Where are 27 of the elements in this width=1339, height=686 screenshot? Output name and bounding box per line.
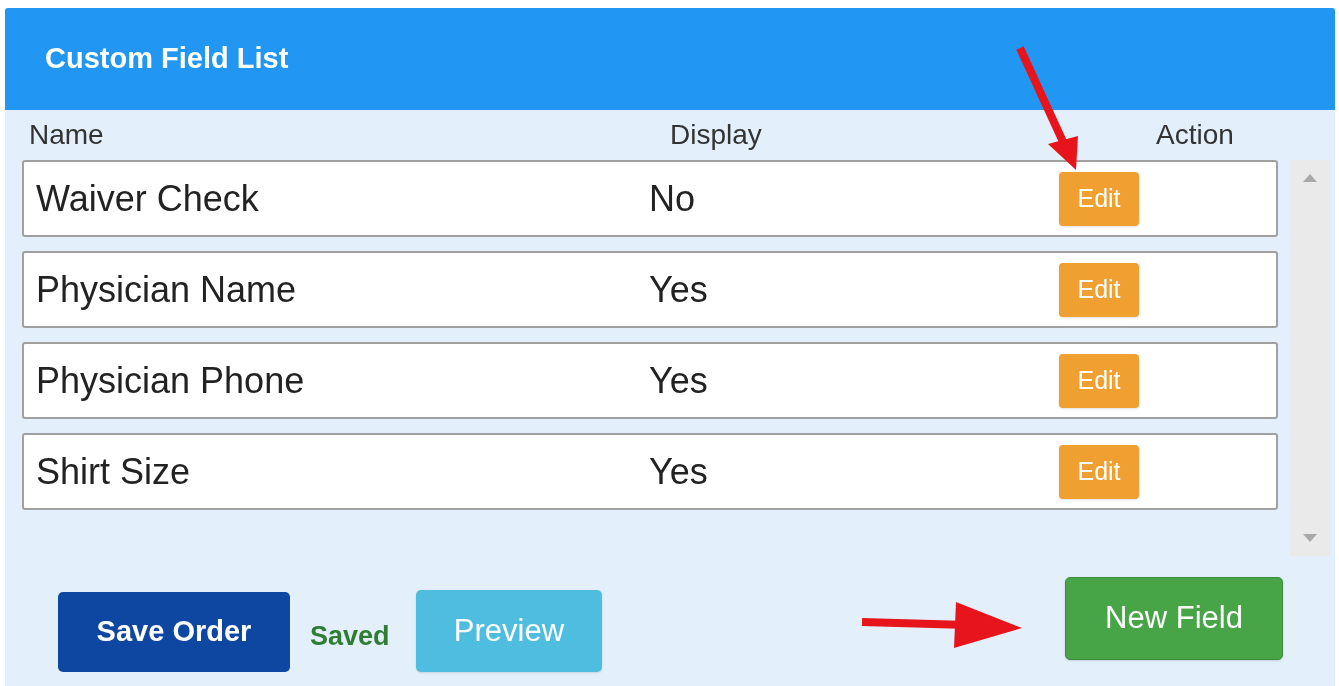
display-value: No [649, 176, 697, 221]
preview-button[interactable]: Preview [416, 590, 602, 672]
scroll-up-icon[interactable] [1303, 174, 1317, 182]
field-name: Waiver Check [35, 176, 260, 221]
column-header: Display [670, 118, 763, 152]
display-value: Yes [649, 358, 709, 403]
display-value: Yes [649, 267, 709, 312]
field-name: Physician Phone [35, 358, 306, 403]
scroll-bar[interactable] [1290, 160, 1330, 556]
display-value: Yes [649, 449, 709, 494]
edit-button[interactable]: Edit [1059, 444, 1139, 499]
field-name: Physician Name [35, 267, 298, 312]
panel-title: Custom Field List [45, 41, 289, 77]
column-header: Name [28, 118, 105, 152]
edit-button[interactable]: Edit [1059, 171, 1139, 226]
field-row[interactable]: Shirt Size Yes Edit [22, 433, 1278, 510]
new-field-button[interactable]: New Field [1065, 577, 1283, 660]
field-row[interactable]: Waiver Check No Edit [22, 160, 1278, 237]
edit-button[interactable]: Edit [1059, 262, 1139, 317]
edit-button[interactable]: Edit [1059, 353, 1139, 408]
scroll-down-icon[interactable] [1303, 534, 1317, 542]
field-row[interactable]: Physician Name Yes Edit [22, 251, 1278, 328]
field-row[interactable]: Physician Phone Yes Edit [22, 342, 1278, 419]
saved-status: Saved [310, 620, 390, 653]
save-order-button[interactable]: Save Order [58, 592, 290, 672]
field-name: Shirt Size [35, 449, 192, 494]
column-header: Action [1155, 118, 1235, 152]
